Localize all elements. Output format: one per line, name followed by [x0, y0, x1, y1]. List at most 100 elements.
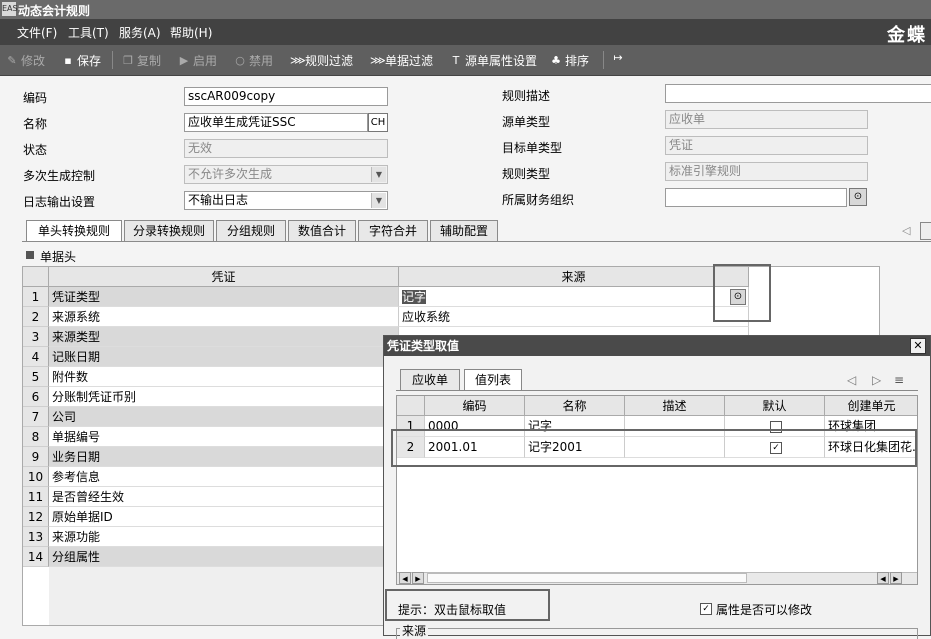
- row-number: 8: [23, 427, 49, 447]
- scroll-right-icon[interactable]: ▶: [890, 572, 902, 584]
- dialog-cell-default[interactable]: [725, 416, 825, 437]
- tab-entry-rule[interactable]: 分录转换规则: [124, 220, 214, 241]
- desc-field[interactable]: [665, 84, 931, 103]
- dialog-cell-code[interactable]: 0000: [425, 416, 525, 437]
- voucher-cell[interactable]: 单据编号: [49, 427, 399, 447]
- dialog-cell-code[interactable]: 2001.01: [425, 437, 525, 458]
- menu-help[interactable]: 帮助(H): [170, 24, 212, 41]
- voucher-cell[interactable]: 原始单据ID: [49, 507, 399, 527]
- section-marker-icon: [26, 251, 34, 259]
- dialog-default-header[interactable]: 默认: [725, 396, 825, 416]
- scroll-left-icon[interactable]: ◀: [877, 572, 889, 584]
- voucher-cell[interactable]: 来源功能: [49, 527, 399, 547]
- toolbar: ✎ 修改 ▪ 保存 ❐ 复制 ▶ 启用 ○ 禁用 ⋙ 规则过滤 ⋙ 单据过滤 T 源单属性设置 …: [0, 45, 931, 76]
- dialog-name-header[interactable]: 名称: [525, 396, 625, 416]
- dialog-cell-desc[interactable]: [625, 416, 725, 437]
- log-select[interactable]: 不输出日志 ▼: [184, 191, 388, 210]
- menu-icon[interactable]: ≡: [894, 373, 904, 387]
- dialog-cell-name[interactable]: 记字2001: [525, 437, 625, 458]
- row-number: 10: [23, 467, 49, 487]
- row-number: 14: [23, 547, 49, 567]
- dialog-cell-unit[interactable]: 环球日化集团花.: [825, 437, 917, 458]
- dialog-cell-default[interactable]: ✓: [725, 437, 825, 458]
- dialog-unit-header[interactable]: 创建单元: [825, 396, 917, 416]
- enable-button[interactable]: ▶ 启用: [178, 52, 217, 69]
- language-button[interactable]: CH: [368, 113, 388, 132]
- edit-button[interactable]: ✎ 修改: [6, 52, 45, 69]
- tgt-type-field: 凭证: [665, 136, 868, 155]
- voucher-cell[interactable]: 参考信息: [49, 467, 399, 487]
- close-icon[interactable]: ✕: [910, 338, 926, 354]
- sort-icon: ♣: [551, 53, 561, 67]
- exit-button[interactable]: ↦: [612, 52, 624, 64]
- dialog-desc-header[interactable]: 描述: [625, 396, 725, 416]
- dialog-code-header[interactable]: 编码: [425, 396, 525, 416]
- multi-gen-select[interactable]: 不允许多次生成 ▼: [184, 165, 388, 184]
- org-field[interactable]: [665, 188, 847, 207]
- scroll-thumb[interactable]: [427, 573, 747, 583]
- source-cell[interactable]: 应收系统: [399, 307, 749, 327]
- tab-merge[interactable]: 字符合并: [358, 220, 428, 241]
- multi-gen-value: 不允许多次生成: [188, 167, 273, 181]
- voucher-cell[interactable]: 业务日期: [49, 447, 399, 467]
- default-checkbox[interactable]: ✓: [770, 441, 782, 454]
- tab-scroll-left-icon[interactable]: ◁: [902, 224, 910, 237]
- default-checkbox[interactable]: [770, 420, 782, 433]
- voucher-cell[interactable]: 是否曾经生效: [49, 487, 399, 507]
- save-button[interactable]: ▪ 保存: [62, 52, 101, 69]
- voucher-cell[interactable]: 来源系统: [49, 307, 399, 327]
- lookup-icon[interactable]: ⊙: [849, 188, 867, 206]
- source-cell[interactable]: 记字: [399, 287, 749, 307]
- prev-icon[interactable]: ◁: [847, 373, 856, 387]
- source-value: 记字: [402, 290, 427, 304]
- next-icon[interactable]: ▷: [872, 373, 881, 387]
- voucher-cell[interactable]: 公司: [49, 407, 399, 427]
- scroll-right-icon[interactable]: ▶: [412, 572, 424, 584]
- table-row[interactable]: 2 来源系统 应收系统: [23, 307, 879, 327]
- voucher-cell[interactable]: 记账日期: [49, 347, 399, 367]
- copy-button[interactable]: ❐ 复制: [122, 52, 161, 69]
- chevron-down-icon[interactable]: ▼: [371, 167, 386, 182]
- dialog-cell-unit[interactable]: 环球集团: [825, 416, 917, 437]
- menu-service[interactable]: 服务(A): [119, 24, 161, 41]
- name-field[interactable]: 应收单生成凭证SSC: [184, 113, 368, 132]
- dialog-cell-desc[interactable]: [625, 437, 725, 458]
- voucher-cell[interactable]: 来源类型: [49, 327, 399, 347]
- voucher-cell[interactable]: 凭证类型: [49, 287, 399, 307]
- menu-tools[interactable]: 工具(T): [68, 24, 109, 41]
- table-row[interactable]: 1 凭证类型 记字: [23, 287, 879, 307]
- voucher-cell[interactable]: 分账制凭证币别: [49, 387, 399, 407]
- menu-file[interactable]: 文件(F): [17, 24, 57, 41]
- row-number: 12: [23, 507, 49, 527]
- voucher-cell[interactable]: 附件数: [49, 367, 399, 387]
- disable-button[interactable]: ○ 禁用: [234, 52, 273, 69]
- row-number: 7: [23, 407, 49, 427]
- tab-group-rule[interactable]: 分组规则: [216, 220, 286, 241]
- src-attr-button[interactable]: T 源单属性设置: [450, 52, 537, 69]
- tab-sum[interactable]: 数值合计: [288, 220, 356, 241]
- editable-checkbox[interactable]: ✓: [700, 603, 712, 615]
- brand-logo: 金蝶: [887, 25, 927, 46]
- sort-button[interactable]: ♣ 排序: [550, 52, 589, 69]
- chevron-down-icon[interactable]: ▼: [371, 193, 386, 208]
- source-lookup-icon[interactable]: ⊙: [730, 289, 746, 305]
- rule-filter-button[interactable]: ⋙ 规则过滤: [290, 52, 353, 69]
- scroll-left-icon[interactable]: ◀: [399, 572, 411, 584]
- bill-filter-button[interactable]: ⋙ 单据过滤: [370, 52, 433, 69]
- source-column-header[interactable]: 来源: [399, 267, 749, 287]
- log-label: 日志输出设置: [23, 195, 96, 209]
- code-field[interactable]: sscAR009copy: [184, 87, 388, 106]
- value-dialog: 凭证类型取值 ✕ 应收单 值列表 ◁ ▷ ≡ 编码 名称 描述 默认 创建单元 …: [383, 335, 931, 639]
- dialog-tab-receivable[interactable]: 应收单: [400, 369, 460, 390]
- menu-bar: 文件(F) 工具(T) 服务(A) 帮助(H) 金蝶: [0, 19, 931, 46]
- toolbar-divider: [112, 51, 113, 69]
- voucher-cell[interactable]: 分组属性: [49, 547, 399, 567]
- dialog-tab-value-list[interactable]: 值列表: [464, 369, 522, 391]
- log-value: 不输出日志: [188, 193, 249, 207]
- dialog-cell-name[interactable]: 记字: [525, 416, 625, 437]
- tab-scroll-right-icon[interactable]: [920, 222, 931, 240]
- tab-aux[interactable]: 辅助配置: [430, 220, 498, 241]
- tab-header-rule[interactable]: 单头转换规则: [26, 220, 122, 242]
- hint-text: 提示：双击鼠标取值: [398, 603, 507, 617]
- voucher-column-header[interactable]: 凭证: [49, 267, 399, 287]
